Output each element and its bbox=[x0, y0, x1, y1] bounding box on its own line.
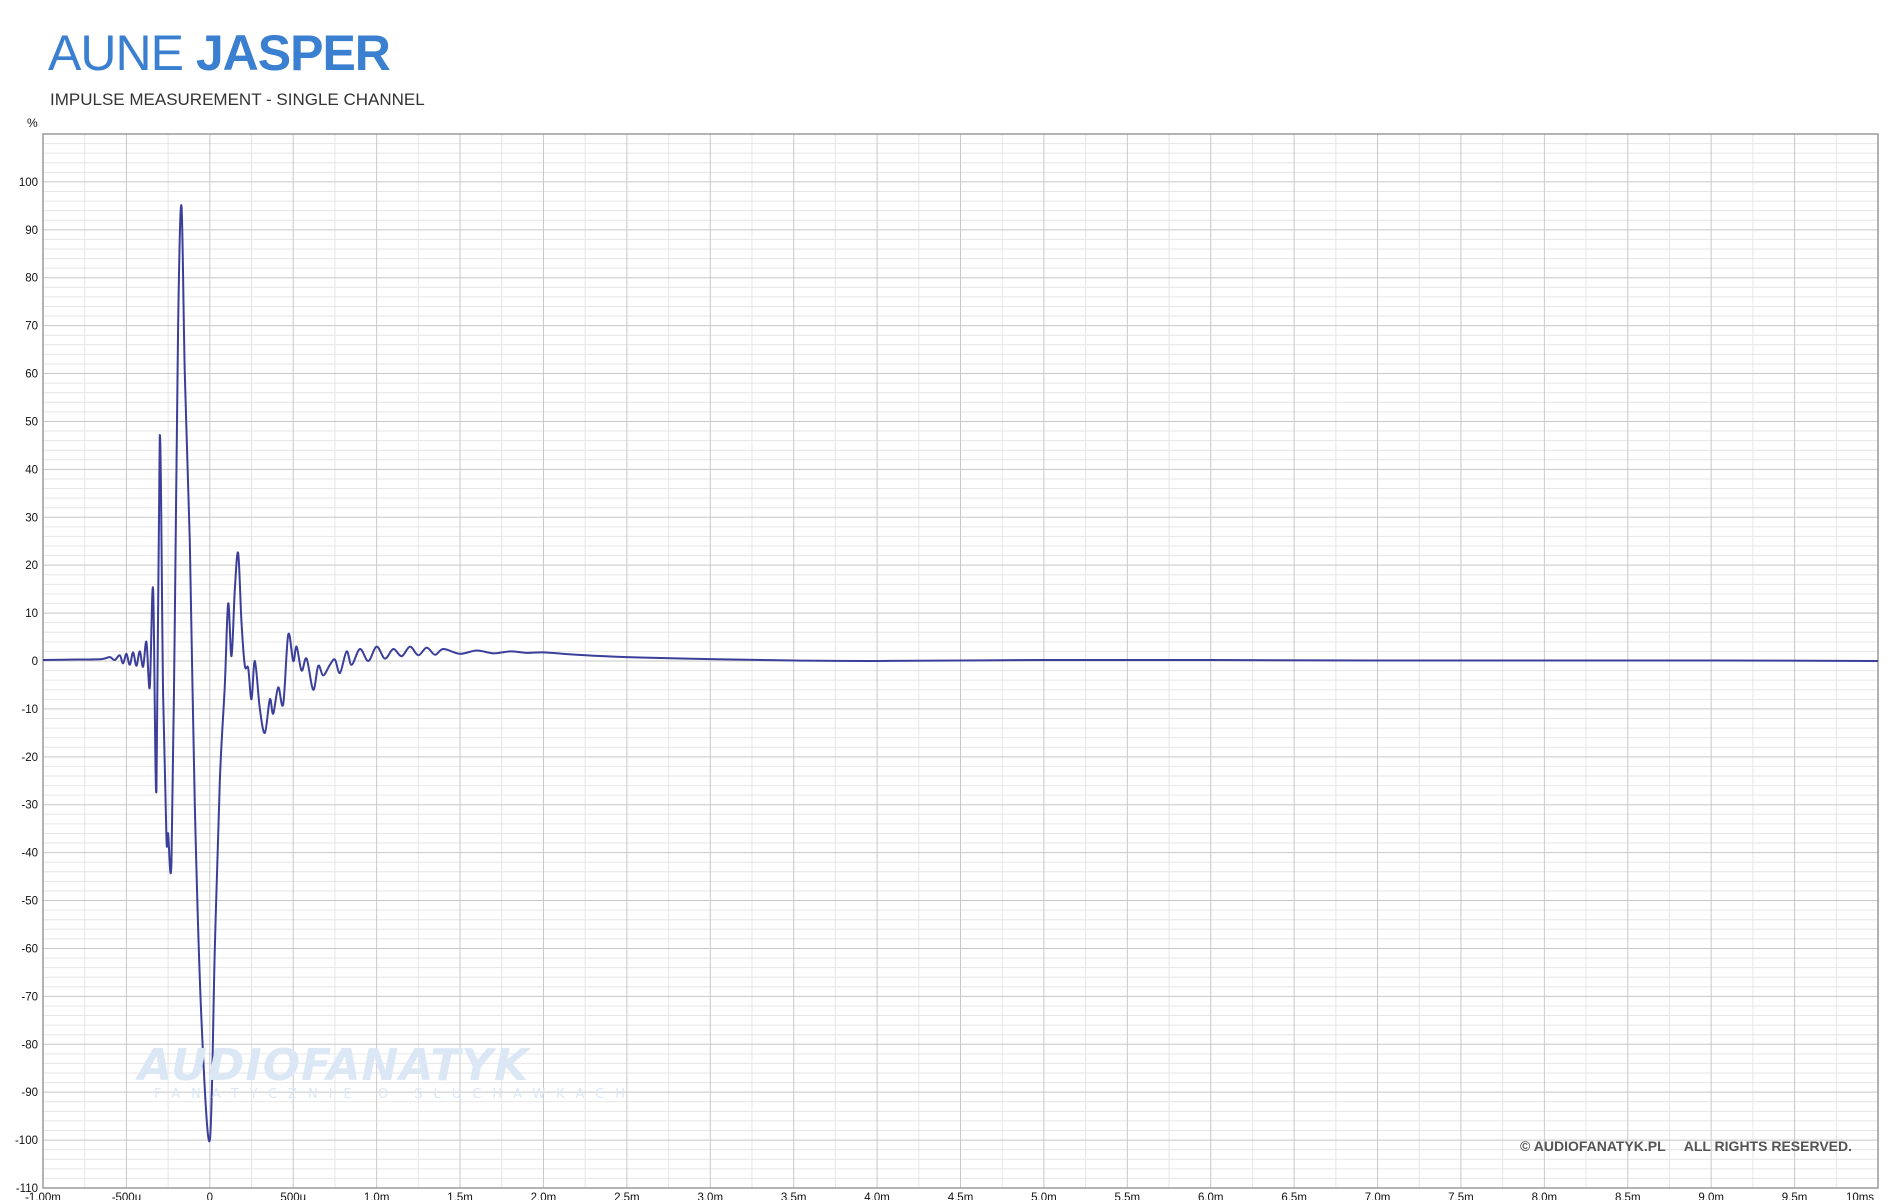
y-tick-label: 60 bbox=[25, 369, 38, 381]
x-tick-label: 9,5m bbox=[1782, 1192, 1808, 1200]
x-tick-label: 7,5m bbox=[1448, 1192, 1474, 1200]
y-tick-label: -60 bbox=[21, 943, 38, 955]
y-tick-label: -30 bbox=[21, 800, 38, 812]
copyright-rights: ALL RIGHTS RESERVED. bbox=[1683, 1138, 1852, 1154]
x-tick-label: 2,0m bbox=[531, 1192, 557, 1200]
y-tick-label: -40 bbox=[21, 848, 38, 860]
x-tick-label: 10ms bbox=[1846, 1192, 1874, 1200]
y-tick-label: 80 bbox=[25, 273, 38, 285]
x-tick-label: 1,5m bbox=[447, 1192, 473, 1200]
y-tick-label: 0 bbox=[32, 656, 38, 668]
y-tick-label: -100 bbox=[15, 1135, 38, 1147]
y-tick-label: -10 bbox=[21, 704, 38, 716]
x-tick-label: 4,0m bbox=[864, 1192, 890, 1200]
x-tick-label: -500u bbox=[112, 1192, 141, 1200]
x-tick-label: 3,5m bbox=[781, 1192, 807, 1200]
x-tick-label: 2,5m bbox=[614, 1192, 640, 1200]
y-tick-label: -80 bbox=[21, 1039, 38, 1051]
x-tick-label: 0 bbox=[207, 1192, 213, 1200]
y-tick-label: -20 bbox=[21, 752, 38, 764]
y-tick-label: -50 bbox=[21, 896, 38, 908]
y-tick-label: 10 bbox=[25, 608, 38, 620]
y-tick-label: 30 bbox=[25, 512, 38, 524]
y-tick-label: -110 bbox=[16, 1183, 38, 1195]
x-tick-label: 500u bbox=[280, 1192, 306, 1200]
x-tick-label: 6,5m bbox=[1281, 1192, 1307, 1200]
x-tick-label: 1,0m bbox=[364, 1192, 390, 1200]
x-tick-label: 8,0m bbox=[1532, 1192, 1558, 1200]
y-tick-label: -70 bbox=[21, 991, 38, 1003]
y-tick-label: 40 bbox=[25, 464, 38, 476]
x-tick-label: 7,0m bbox=[1365, 1192, 1391, 1200]
copyright-notice: © AUDIOFANATYK.PL ALL RIGHTS RESERVED. bbox=[1502, 1138, 1852, 1154]
x-tick-label: 8,5m bbox=[1615, 1192, 1641, 1200]
x-tick-label: 6,0m bbox=[1198, 1192, 1224, 1200]
y-tick-label: 50 bbox=[25, 416, 38, 428]
x-tick-label: 4,5m bbox=[948, 1192, 974, 1200]
x-tick-label: 9,0m bbox=[1698, 1192, 1724, 1200]
y-tick-label: 100 bbox=[19, 177, 38, 189]
y-tick-label: 90 bbox=[25, 225, 38, 237]
x-tick-label: 5,5m bbox=[1115, 1192, 1141, 1200]
y-tick-labels: 1009080706050403020100-10-20-30-40-50-60… bbox=[15, 177, 38, 1195]
y-tick-label: 20 bbox=[25, 560, 38, 572]
y-tick-label: 70 bbox=[25, 321, 38, 333]
y-tick-label: -90 bbox=[21, 1087, 38, 1099]
impulse-chart: -1,00m -500u 0 500u 1,0m 1,5m 2,0m 2,5m 3,0m 3,5m… bbox=[15, 133, 1879, 1200]
x-tick-label: 5,0m bbox=[1031, 1192, 1057, 1200]
x-tick-labels: -1,00m -500u 0 500u 1,0m 1,5m 2,0m 2,5m 3,0m 3,5m… bbox=[25, 1192, 1874, 1200]
x-tick-label: 3,0m bbox=[697, 1192, 723, 1200]
copyright-site: © AUDIOFANATYK.PL bbox=[1520, 1138, 1666, 1154]
